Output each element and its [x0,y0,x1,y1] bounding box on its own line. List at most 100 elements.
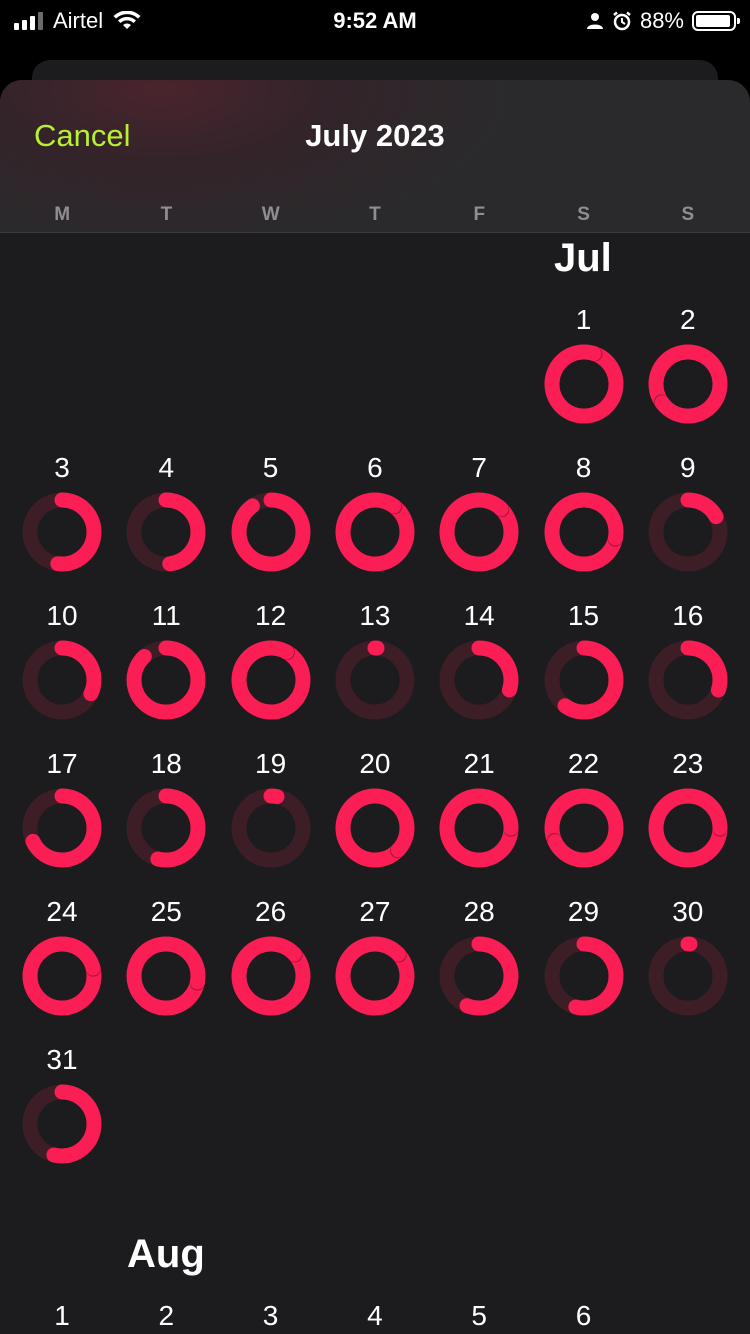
day-cell[interactable]: 14 [427,600,531,740]
move-ring [231,640,311,720]
day-cell[interactable]: 2 [636,304,740,444]
day-number: 10 [46,600,78,631]
month-label-jul: Jul [554,236,612,280]
ring-cap [85,960,101,976]
move-ring [335,640,415,720]
aug-day-number[interactable]: 1 [10,1300,114,1332]
day-number: 6 [367,452,383,483]
move-ring [648,936,728,1016]
day-cell[interactable]: 27 [323,896,427,1036]
ring-progress [439,788,519,868]
move-ring [22,788,102,868]
move-ring [439,788,519,868]
ring-progress [648,788,728,868]
day-cell[interactable]: 20 [323,748,427,888]
day-number: 12 [255,600,287,631]
move-ring [335,788,415,868]
day-cell[interactable]: 9 [636,452,740,592]
day-cell[interactable]: 11 [114,600,218,740]
day-number: 17 [46,748,78,779]
aug-day-number[interactable]: 3 [219,1300,323,1332]
day-cell[interactable]: 15 [532,600,636,740]
ring-cap [547,834,563,850]
ring-track [648,936,728,1016]
day-cell[interactable]: 5 [219,452,323,592]
day-cell[interactable]: 19 [219,748,323,888]
move-ring [648,788,728,868]
day-cell[interactable]: 29 [532,896,636,1036]
ring-cap [585,346,601,362]
battery-icon [692,11,740,31]
move-ring [22,1084,102,1164]
weekday-label: F [473,204,486,225]
status-bar: Airtel 9:52 AM 88% [0,0,750,40]
ring-cap [190,974,206,990]
day-cell[interactable]: 23 [636,748,740,888]
move-ring [231,936,311,1016]
day-cell[interactable]: 26 [219,896,323,1036]
move-ring [648,640,728,720]
day-number: 18 [150,748,182,779]
move-ring [544,344,623,424]
day-cell[interactable]: 21 [427,748,531,888]
day-cell[interactable]: 31 [10,1044,114,1184]
day-cell[interactable]: 4 [114,452,218,592]
ring-cap [503,820,519,836]
ring-cap [654,395,670,411]
day-cell[interactable]: 12 [219,600,323,740]
weekday-header: M T W T F S S [10,204,740,226]
day-number: 22 [567,748,600,779]
ring-progress [126,640,206,720]
move-ring [126,788,206,868]
aug-day-number[interactable]: 2 [114,1300,218,1332]
day-cell[interactable]: 17 [10,748,114,888]
day-number: 28 [463,896,495,927]
day-number: 8 [575,452,592,483]
move-ring [439,936,519,1016]
day-cell[interactable]: 1 [532,304,636,444]
ring-cap [390,946,406,962]
day-cell[interactable]: 18 [114,748,218,888]
day-cell[interactable]: 13 [323,600,427,740]
day-cell[interactable]: 16 [636,600,740,740]
move-ring [648,344,728,424]
move-ring [231,492,311,572]
day-number: 3 [54,452,70,483]
month-label-aug: Aug [127,1232,205,1276]
day-cell[interactable]: 24 [10,896,114,1036]
day-number: 14 [463,600,495,631]
ring-cap [386,498,402,514]
aug-day-number[interactable]: 4 [323,1300,427,1332]
day-number: 4 [158,452,175,483]
day-cell[interactable]: 22 [532,748,636,888]
day-cell[interactable]: 6 [323,452,427,592]
day-number: 21 [463,748,495,779]
move-ring [544,936,623,1016]
ring-cap [286,946,302,962]
ring-track [335,640,415,720]
day-cell[interactable]: 8 [532,452,636,592]
aug-day-number[interactable]: 6 [532,1300,636,1332]
day-cell[interactable]: 3 [10,452,114,592]
day-number: 11 [151,600,181,631]
day-cell[interactable]: 30 [636,896,740,1036]
day-number: 27 [359,896,391,927]
ring-cap [607,530,623,546]
move-ring [544,788,623,868]
ring-progress [231,492,311,572]
weekday-label: T [369,204,381,225]
aug-day-number[interactable]: 5 [427,1300,531,1332]
weekday-label: W [261,204,280,225]
day-number: 16 [672,600,704,631]
move-ring [126,936,206,1016]
day-number: 24 [46,896,78,927]
day-cell[interactable]: 7 [427,452,531,592]
day-cell[interactable]: 10 [10,600,114,740]
ring-progress [544,492,623,572]
status-right: 88% [586,8,740,34]
day-cell[interactable]: 25 [114,896,218,1036]
day-cell[interactable]: 28 [427,896,531,1036]
move-ring [335,936,415,1016]
ring-progress [231,640,311,720]
sheet-title: July 2023 [305,118,445,153]
